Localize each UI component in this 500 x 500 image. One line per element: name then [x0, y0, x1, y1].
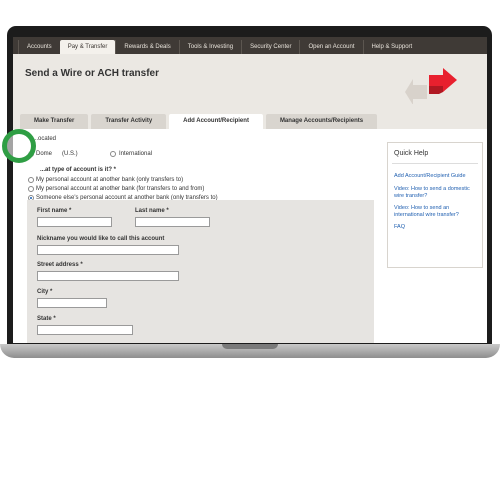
nav-tab-help[interactable]: Help & Support: [362, 40, 421, 54]
international-radio[interactable]: [110, 151, 116, 157]
last-name-label: Last name *: [135, 208, 169, 214]
quick-help-title: Quick Help: [394, 150, 429, 157]
first-name-label: First name *: [37, 208, 72, 214]
nav-tab-open-account[interactable]: Open an Account: [299, 40, 362, 54]
quick-help-link-domestic-video[interactable]: Video: How to send a domestic wire trans…: [394, 186, 480, 200]
street-address-label: Street address *: [37, 262, 83, 268]
transfer-arrows-icon: [405, 68, 457, 104]
nickname-field[interactable]: [37, 245, 179, 255]
account-option-radio-1[interactable]: [28, 177, 34, 183]
tab-transfer-activity[interactable]: Transfer Activity: [91, 114, 167, 129]
quick-help-divider: [392, 163, 478, 164]
first-name-field[interactable]: [37, 217, 112, 227]
quick-help-panel: Quick Help Add Account/Recipient Guide V…: [387, 142, 483, 268]
domestic-label: Dome: [36, 151, 53, 157]
recipient-form-panel: First name * Last name * Nickname you wo…: [27, 200, 374, 343]
browser-screen: Accounts Pay & Transfer Rewards & Deals …: [13, 37, 487, 343]
city-label: City *: [37, 289, 53, 295]
main-content: ...ocated Dome (U.S.) International ...a…: [13, 129, 487, 343]
laptop-notch: [222, 344, 278, 349]
sub-tabs: Make Transfer Transfer Activity Add Acco…: [20, 114, 380, 129]
nickname-label: Nickname you would like to call this acc…: [37, 236, 165, 242]
nav-tab-rewards[interactable]: Rewards & Deals: [115, 40, 178, 54]
city-field[interactable]: [37, 298, 107, 308]
nav-tab-security[interactable]: Security Center: [241, 40, 299, 54]
international-label: International: [119, 151, 153, 157]
tab-make-transfer[interactable]: Make Transfer: [20, 114, 89, 129]
account-option-label-1: My personal account at another bank (onl…: [36, 177, 184, 183]
tab-add-account-recipient[interactable]: Add Account/Recipient: [169, 114, 263, 129]
nav-tab-tools[interactable]: Tools & Investing: [178, 40, 241, 54]
account-type-label: ...at type of account is it? *: [40, 167, 117, 173]
quick-help-link-faq[interactable]: FAQ: [394, 224, 480, 231]
account-option-label-2: My personal account at another bank (for…: [36, 186, 205, 192]
state-label: State *: [37, 316, 56, 322]
main-nav: Accounts Pay & Transfer Rewards & Deals …: [13, 37, 487, 54]
street-address-field[interactable]: [37, 271, 179, 281]
quick-help-link-international-video[interactable]: Video: How to send an international wire…: [394, 205, 480, 219]
nav-tab-pay-transfer[interactable]: Pay & Transfer: [59, 40, 116, 54]
highlight-ring: [2, 129, 36, 163]
nav-tab-accounts[interactable]: Accounts: [18, 40, 60, 54]
tab-manage-accounts[interactable]: Manage Accounts/Recipients: [265, 114, 378, 129]
quick-help-link-guide[interactable]: Add Account/Recipient Guide: [394, 173, 480, 180]
last-name-field[interactable]: [135, 217, 210, 227]
state-select[interactable]: [37, 325, 133, 335]
page-title: Send a Wire or ACH transfer: [25, 68, 160, 79]
location-label: ...ocated: [33, 136, 57, 142]
account-option-radio-2[interactable]: [28, 186, 34, 192]
page-header: Send a Wire or ACH transfer Make Transfe…: [13, 54, 487, 129]
domestic-suffix: (U.S.): [62, 151, 78, 157]
